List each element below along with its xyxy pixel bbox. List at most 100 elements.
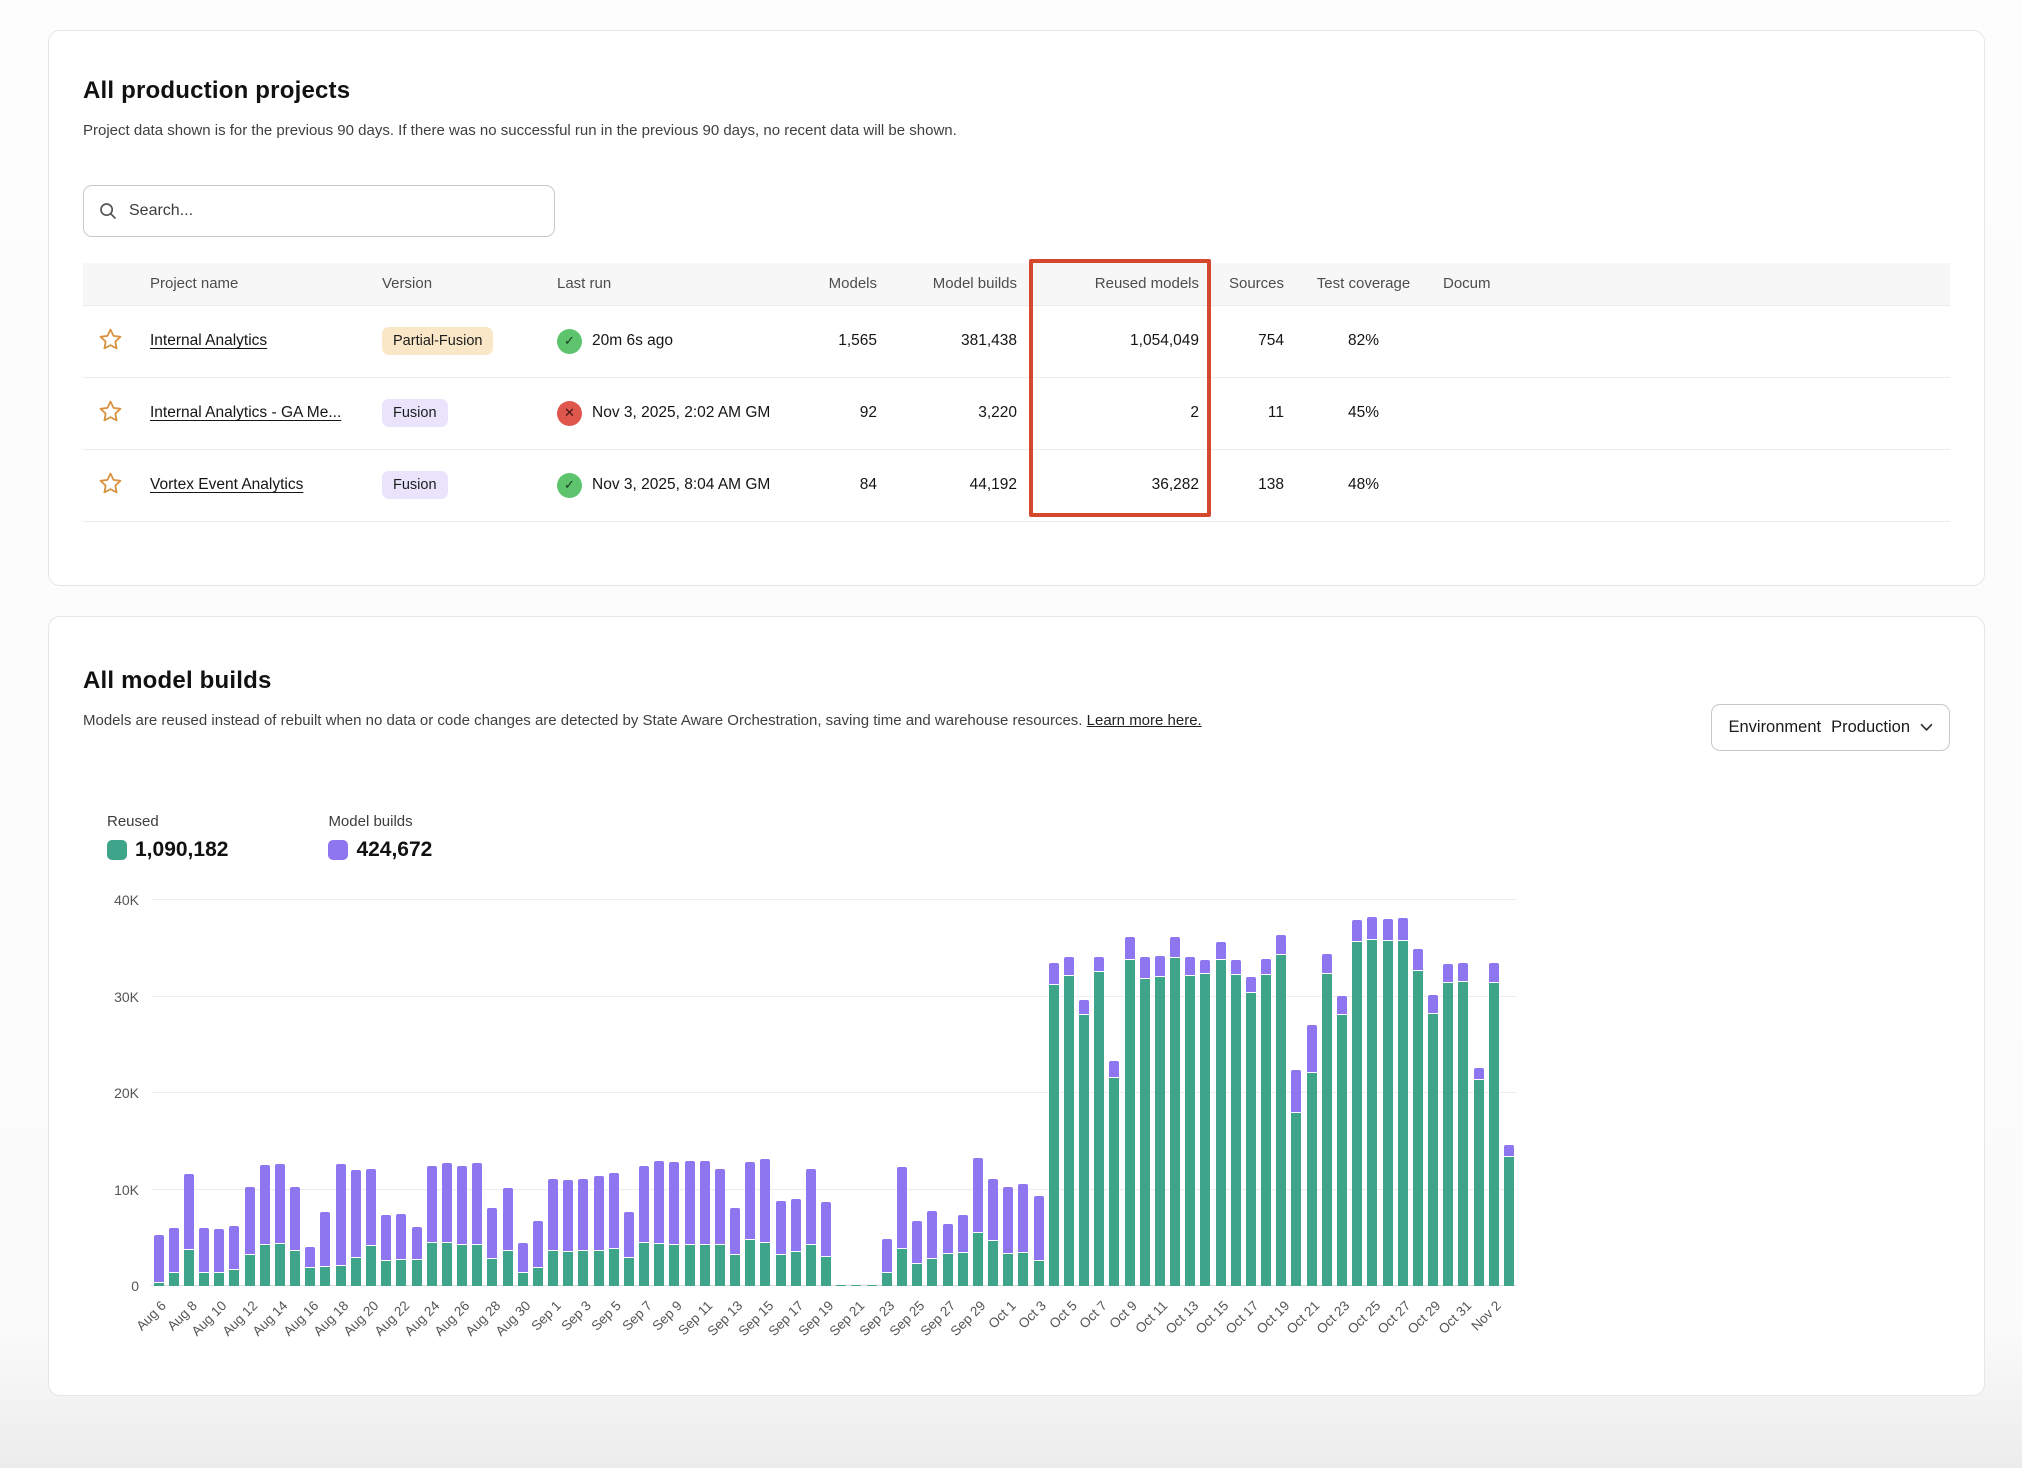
column-header-project-name: Project name: [138, 263, 370, 305]
reused-segment: [366, 1246, 376, 1286]
chart-day: Sep 27: [940, 900, 955, 1286]
reused-swatch-icon: [107, 840, 127, 860]
search-input[interactable]: [129, 202, 540, 220]
stacked-bar: [1094, 957, 1104, 1286]
column-header-models: Models: [797, 263, 889, 305]
model-builds-segment: [1064, 957, 1074, 975]
reused-segment: [320, 1267, 330, 1286]
stacked-bar: [1064, 957, 1074, 1286]
favorite-star-button[interactable]: [95, 324, 126, 355]
chart-day: Aug 12: [242, 900, 257, 1286]
chart-day: [500, 900, 515, 1286]
chart-day: [743, 900, 758, 1286]
chart-day: Oct 19: [1274, 900, 1289, 1286]
project-name-link[interactable]: Internal Analytics - GA Me...: [150, 404, 341, 421]
reused-segment: [1443, 983, 1453, 1286]
legend-value: 1,090,182: [135, 838, 228, 862]
legend-label: Model builds: [328, 813, 432, 830]
project-search[interactable]: [83, 185, 555, 237]
environment-select[interactable]: Environment Production: [1711, 704, 1950, 751]
model-builds-segment: [700, 1161, 710, 1244]
model-builds-segment: [760, 1159, 770, 1242]
chart-day: [864, 900, 879, 1286]
stacked-bar: [366, 1169, 376, 1286]
search-icon: [98, 201, 118, 221]
chart-day: [621, 900, 636, 1286]
project-name-link[interactable]: Internal Analytics: [150, 332, 267, 349]
project-name-link[interactable]: Vortex Event Analytics: [150, 476, 303, 493]
model-builds-segment: [1307, 1025, 1317, 1071]
last-run: ✓Nov 3, 2025, 8:04 AM GM: [557, 450, 785, 521]
stacked-bar: [396, 1214, 406, 1286]
stacked-bar: [351, 1170, 361, 1286]
reused-segment: [730, 1255, 740, 1286]
stacked-bar: [700, 1161, 710, 1286]
learn-more-link[interactable]: Learn more here.: [1087, 712, 1202, 729]
model-builds-segment: [958, 1215, 968, 1253]
stacked-bar: [1170, 937, 1180, 1286]
stacked-bar: [381, 1215, 391, 1286]
stacked-bar: [1216, 942, 1226, 1286]
x-axis-label: Oct 17: [1223, 1298, 1262, 1337]
stacked-bar: [1034, 1196, 1044, 1286]
reused-models-cell: 1,054,049: [1029, 305, 1211, 377]
reused-segment: [1428, 1014, 1438, 1286]
reused-segment: [427, 1243, 437, 1286]
model-builds-segment: [988, 1179, 998, 1240]
chart-day: Nov 2: [1486, 900, 1501, 1286]
chart-day: [1441, 900, 1456, 1286]
model-builds-segment: [412, 1227, 422, 1259]
stacked-bar: [1246, 977, 1256, 1286]
reused-segment: [821, 1257, 831, 1286]
stacked-bar: [1489, 963, 1499, 1286]
chart-day: Aug 14: [272, 900, 287, 1286]
star-icon: [97, 470, 124, 497]
reused-segment: [988, 1241, 998, 1286]
project-name-cell: Vortex Event Analytics: [138, 449, 370, 521]
stacked-bar: [336, 1164, 346, 1286]
reused-segment: [518, 1273, 528, 1286]
reused-segment: [1383, 941, 1393, 1286]
reused-segment: [214, 1273, 224, 1286]
model-builds-segment: [1276, 935, 1286, 954]
favorite-cell: [83, 305, 138, 377]
chart-day: [288, 900, 303, 1286]
stacked-bar: [169, 1228, 179, 1286]
documentation-cell: [1431, 305, 1950, 377]
x-axis-label: Oct 21: [1284, 1298, 1323, 1337]
stacked-bar: [503, 1188, 513, 1286]
reused-segment: [1398, 941, 1408, 1286]
x-axis-label: Oct 13: [1162, 1298, 1201, 1337]
column-header-star: [83, 263, 138, 305]
reused-segment: [609, 1249, 619, 1286]
reused-segment: [973, 1233, 983, 1286]
x-axis-label: Oct 1: [985, 1298, 1018, 1331]
model-builds-segment: [1125, 937, 1135, 959]
stacked-bar: [912, 1221, 922, 1286]
y-axis-tick: 10K: [89, 1182, 139, 1198]
stacked-bar: [1337, 996, 1347, 1286]
stacked-bar: [1125, 937, 1135, 1286]
favorite-star-button[interactable]: [95, 396, 126, 427]
reused-segment: [624, 1258, 634, 1286]
column-header-sources: Sources: [1211, 263, 1296, 305]
reused-segment: [275, 1244, 285, 1286]
chart-day: [894, 900, 909, 1286]
x-axis-label: Oct 11: [1133, 1298, 1171, 1336]
stacked-bar: [320, 1212, 330, 1286]
chart-day: Oct 23: [1334, 900, 1349, 1286]
model-builds-segment: [624, 1212, 634, 1257]
stacked-bar: [1200, 960, 1210, 1286]
projects-table: Project nameVersionLast runModelsModel b…: [83, 263, 1950, 522]
reused-segment: [1064, 976, 1074, 1286]
chart-day: [803, 900, 818, 1286]
stacked-bar: [1109, 1061, 1119, 1286]
model-builds-segment: [1049, 963, 1059, 984]
model-builds-segment: [1231, 960, 1241, 974]
chart-plot-area: 0 10K 20K 30K 40K Aug 6Aug 8Aug 10Aug 12…: [151, 900, 1516, 1286]
reused-segment: [1109, 1078, 1119, 1286]
favorite-star-button[interactable]: [95, 468, 126, 499]
table-header-row: Project nameVersionLast runModelsModel b…: [83, 263, 1950, 305]
chart-day: Aug 18: [333, 900, 348, 1286]
legend-item-reused: Reused 1,090,182: [107, 813, 228, 862]
